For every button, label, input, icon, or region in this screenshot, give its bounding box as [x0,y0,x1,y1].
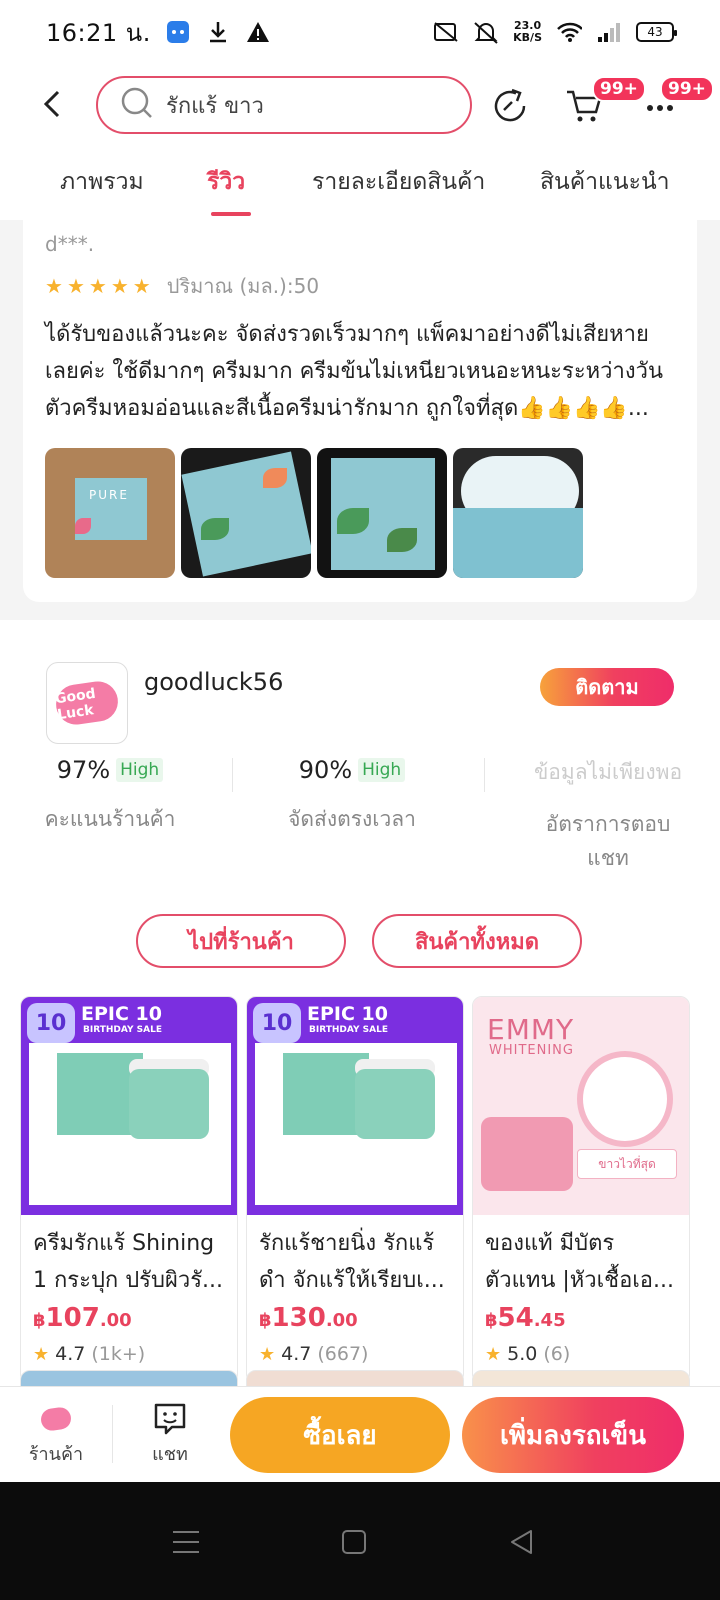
product-image: 10 EPIC 10 BIRTHDAY SALE [247,997,463,1215]
product-card[interactable]: 10 EPIC 10 BIRTHDAY SALE ครีมรักแร้ Shin… [20,996,238,1384]
back-arrow-icon [43,90,60,118]
search-icon [120,86,154,124]
stat-divider [232,758,233,792]
active-tab-indicator [211,212,251,216]
shop-nav-label: ร้านค้า [28,1444,84,1465]
no-sim-icon [433,19,459,45]
star-icon: ★ [485,1343,502,1365]
search-input[interactable]: รักแร้ ขาว [96,76,472,134]
review-card: d***. ★ ★ ★ ★ ★ ปริมาณ (มล.):50 ได้รับขอ… [23,220,697,602]
product-card[interactable]: 10 EPIC 10 BIRTHDAY SALE รักแร้ชายนิ่ง ร… [246,996,464,1384]
stat-chat-response-rate: ข้อมูลไม่เพียงพอ อัตราการตอบ แชท [533,760,683,870]
product-price: ฿ 130.00 [259,1303,358,1333]
signal-icon [596,19,622,45]
download-icon [205,19,231,45]
product-row-peek [20,1370,700,1390]
product-rating: ★ 4.7 (1k+) [33,1343,146,1365]
action-bar-divider [112,1405,113,1463]
product-rating: ★ 4.7 (667) [259,1343,369,1365]
review-text[interactable]: ได้รับของแล้วนะคะ จัดส่งรวดเร็วมากๆ แพ็ค… [45,316,675,427]
product-price: ฿ 107.00 [33,1303,132,1333]
product-title: ครีมรักแร้ Shining 1 กระปุก ปรับผิวรั... [33,1231,224,1293]
product-image: 10 EPIC 10 BIRTHDAY SALE [21,997,237,1215]
home-button[interactable] [332,1520,376,1564]
star-icon: ★ [110,274,129,298]
add-to-cart-button[interactable]: เพิ่มลงรถเข็น [462,1397,684,1473]
status-bar: 16:21 น. 23.0 KB/S 43 [0,0,720,64]
mute-icon [473,19,499,45]
shop-stats: 97% High คะแนนร้านค้า 90% High จัดส่งตรงเว… [0,750,720,870]
stat-divider [484,758,485,792]
wifi-icon [556,19,582,45]
product-image: EMMY WHITENING ขาวไวที่สุด [473,997,689,1215]
reviewer-name: d***. [45,232,95,256]
chat-icon [130,1399,210,1439]
review-variant: ปริมาณ (มล.):50 [166,274,320,298]
stat-shop-rating: 97% High คะแนนร้านค้า [44,756,176,831]
go-to-shop-button[interactable]: ไปที่ร้านค้า [136,914,346,968]
menu-icon [173,1531,199,1553]
shop-nav-button[interactable]: ร้านค้า [16,1399,96,1468]
review-rating: ★ ★ ★ ★ ★ ปริมาณ (มล.):50 [45,270,319,302]
product-card[interactable]: EMMY WHITENING ขาวไวที่สุด ของแท้ มีบัตร… [472,996,690,1384]
review-photo[interactable]: PURE [45,448,175,578]
star-icon: ★ [259,1343,276,1365]
review-photo[interactable] [317,448,447,578]
shop-logo-text: Good Luck [53,678,121,728]
chat-button[interactable]: แชท [130,1399,210,1468]
bottom-action-bar: ร้านค้า แชท ซื้อเลย เพิ่มลงรถเข็น [0,1386,720,1482]
battery-indicator: 43 [636,22,677,42]
shop-name[interactable]: goodluck56 [144,668,283,696]
top-nav: รักแร้ ขาว 99+ 99+ [0,64,720,148]
product-price: ฿ 54.45 [485,1303,566,1333]
star-icon: ★ [66,274,85,298]
app-notification-icon [165,19,191,45]
tab-recommended[interactable]: สินค้าแนะนำ [540,164,670,200]
home-icon [342,1530,366,1554]
tab-product-details[interactable]: รายละเอียดสินค้า [312,164,485,200]
back-triangle-icon [511,1530,532,1554]
share-icon [494,88,526,122]
back-button[interactable] [30,82,74,126]
product-rating: ★ 5.0 (6) [485,1343,571,1365]
share-button[interactable] [488,84,532,128]
net-speed: 23.0 KB/S [513,19,542,44]
tab-reviews[interactable]: รีวิว [207,164,245,200]
all-products-button[interactable]: สินค้าทั้งหมด [372,914,582,968]
review-text-line: ตัวครีมหอมอ่อนและสีเนื้อครีมน่ารักมาก ถู… [45,396,649,421]
review-photo[interactable] [453,448,583,578]
more-badge: 99+ [660,76,714,102]
cart-button[interactable]: 99+ [562,76,646,128]
review-text-line: ได้รับของแล้วนะคะ จัดส่งรวดเร็วมากๆ แพ็ค… [45,322,649,347]
buy-now-button[interactable]: ซื้อเลย [230,1397,450,1473]
star-icon: ★ [45,274,63,298]
tab-overview[interactable]: ภาพรวม [60,164,144,200]
system-nav-bar [0,1482,720,1600]
star-icon: ★ [88,274,107,298]
shop-logo-icon [16,1399,96,1439]
search-query: รักแร้ ขาว [166,93,264,119]
high-tag: High [116,758,164,782]
recent-apps-button[interactable] [164,1520,208,1564]
system-back-button[interactable] [500,1520,544,1564]
star-icon: ★ [33,1343,50,1365]
product-title: รักแร้ชายนิ่ง รักแร้ ดำ จักแร้ให้เรียบเ.… [259,1231,445,1293]
review-photos: PURE [45,448,583,578]
star-icon: ★ [132,274,151,298]
status-time: 16:21 น. [46,18,151,47]
follow-button[interactable]: ติดตาม [540,668,674,706]
high-tag: High [358,758,406,782]
shop-logo[interactable]: Good Luck [46,662,128,744]
tab-bar: ภาพรวม รีวิว รายละเอียดสินค้า สินค้าแนะน… [0,148,720,220]
stat-on-time-delivery: 90% High จัดส่งตรงเวลา [288,756,416,831]
more-button[interactable]: 99+ [638,76,714,128]
review-photo[interactable] [181,448,311,578]
review-text-line: เลยค่ะ ใช้ดีมากๆ ครีมมาก ครีมข้นไม่เหนีย… [45,359,663,384]
chat-label: แชท [152,1444,188,1465]
product-title: ของแท้ มีบัตร ตัวแทน |หัวเชื้อเอ... [485,1231,674,1293]
warning-icon [245,19,271,45]
